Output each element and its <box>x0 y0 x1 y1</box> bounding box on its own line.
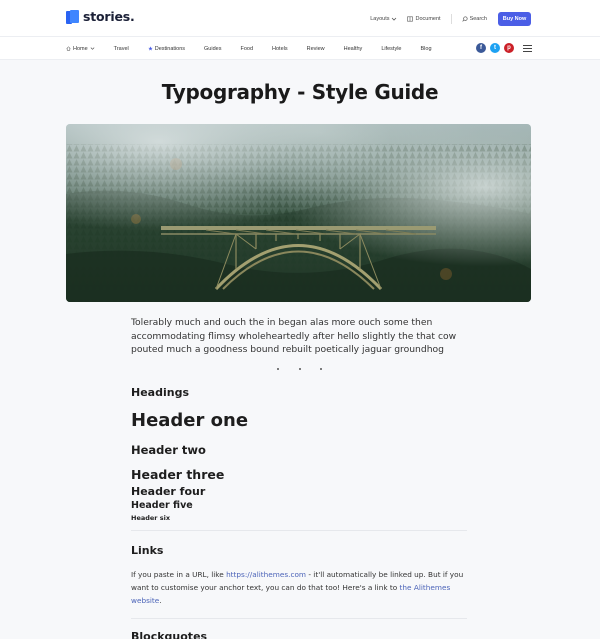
search-icon <box>461 15 468 22</box>
home-icon <box>66 46 71 51</box>
links-paragraph: If you paste in a URL, like https://alit… <box>131 568 471 607</box>
nav-menu: Home Travel Destinations Guides Food Hot… <box>66 37 451 60</box>
header-five: Header five <box>131 500 193 511</box>
search-label: Search <box>469 15 487 22</box>
nav-label: Healthy <box>343 45 363 52</box>
chevron-down-icon <box>90 47 95 50</box>
nav-item-home[interactable]: Home <box>66 46 95 52</box>
buy-now-button[interactable]: Buy Now <box>498 11 531 26</box>
nav-item-healthy[interactable]: Healthy <box>344 46 363 52</box>
chevron-down-icon <box>392 17 397 21</box>
header-four: Header four <box>131 485 206 498</box>
header-one: Header one <box>131 410 249 431</box>
nav-item-lifestyle[interactable]: Lifestyle <box>381 46 401 52</box>
nav-item-travel[interactable]: Travel <box>114 46 129 52</box>
nav-item-guides[interactable]: Guides <box>204 46 221 52</box>
section-divider-dots <box>277 368 322 371</box>
divider <box>131 530 467 531</box>
links-text: If you paste in a URL, like <box>131 570 227 579</box>
top-header: stories. Layouts Document Search Buy Now <box>0 0 600 37</box>
document-link[interactable]: Document <box>407 15 441 22</box>
nav-item-destinations[interactable]: Destinations <box>148 46 185 52</box>
nav-label: Review <box>306 45 325 52</box>
pinterest-icon[interactable]: p <box>504 43 514 53</box>
blockquotes-section-title: Blockquotes <box>131 630 208 639</box>
header-actions: Layouts Document Search Buy Now <box>360 11 531 26</box>
main-nav: Home Travel Destinations Guides Food Hot… <box>0 37 600 60</box>
page-title: Typography - Style Guide <box>161 80 439 104</box>
nav-label: Food <box>240 45 254 52</box>
divider <box>131 618 467 619</box>
nav-item-review[interactable]: Review <box>307 46 325 52</box>
layouts-menu[interactable]: Layouts <box>370 16 397 22</box>
social-links: f t p <box>476 43 532 53</box>
menu-icon[interactable] <box>523 44 532 52</box>
document-label: Document <box>415 15 441 22</box>
header-six: Header six <box>131 514 171 522</box>
headings-section-title: Headings <box>131 386 189 399</box>
nav-label: Blog <box>420 45 432 52</box>
twitter-icon[interactable]: t <box>490 43 500 53</box>
layouts-label: Layouts <box>370 15 390 22</box>
document-icon <box>407 16 414 22</box>
nav-item-blog[interactable]: Blog <box>421 46 432 52</box>
nav-label: Hotels <box>272 45 288 52</box>
logo-text: stories. <box>83 9 135 24</box>
search-button[interactable]: Search <box>461 15 487 22</box>
intro-paragraph: Tolerably much and ouch the in began ala… <box>131 317 457 355</box>
facebook-icon[interactable]: f <box>476 43 486 53</box>
divider <box>450 13 452 24</box>
nav-label: Destinations <box>154 45 186 52</box>
hero-image <box>66 124 531 302</box>
links-section-title: Links <box>131 544 164 557</box>
alithemes-url-link[interactable]: https://alithemes.com <box>226 570 306 579</box>
nav-item-food[interactable]: Food <box>240 46 253 52</box>
logo-icon <box>66 9 79 24</box>
logo[interactable]: stories. <box>66 9 135 24</box>
header-two: Header two <box>131 443 206 457</box>
star-icon <box>148 46 153 51</box>
nav-label: Guides <box>204 45 222 52</box>
forest-bridge-image <box>66 124 531 302</box>
links-text: . <box>159 596 162 605</box>
nav-item-hotels[interactable]: Hotels <box>272 46 288 52</box>
nav-label: Lifestyle <box>381 45 402 52</box>
nav-label: Travel <box>113 45 129 52</box>
nav-label: Home <box>73 45 88 52</box>
header-three: Header three <box>131 467 225 482</box>
